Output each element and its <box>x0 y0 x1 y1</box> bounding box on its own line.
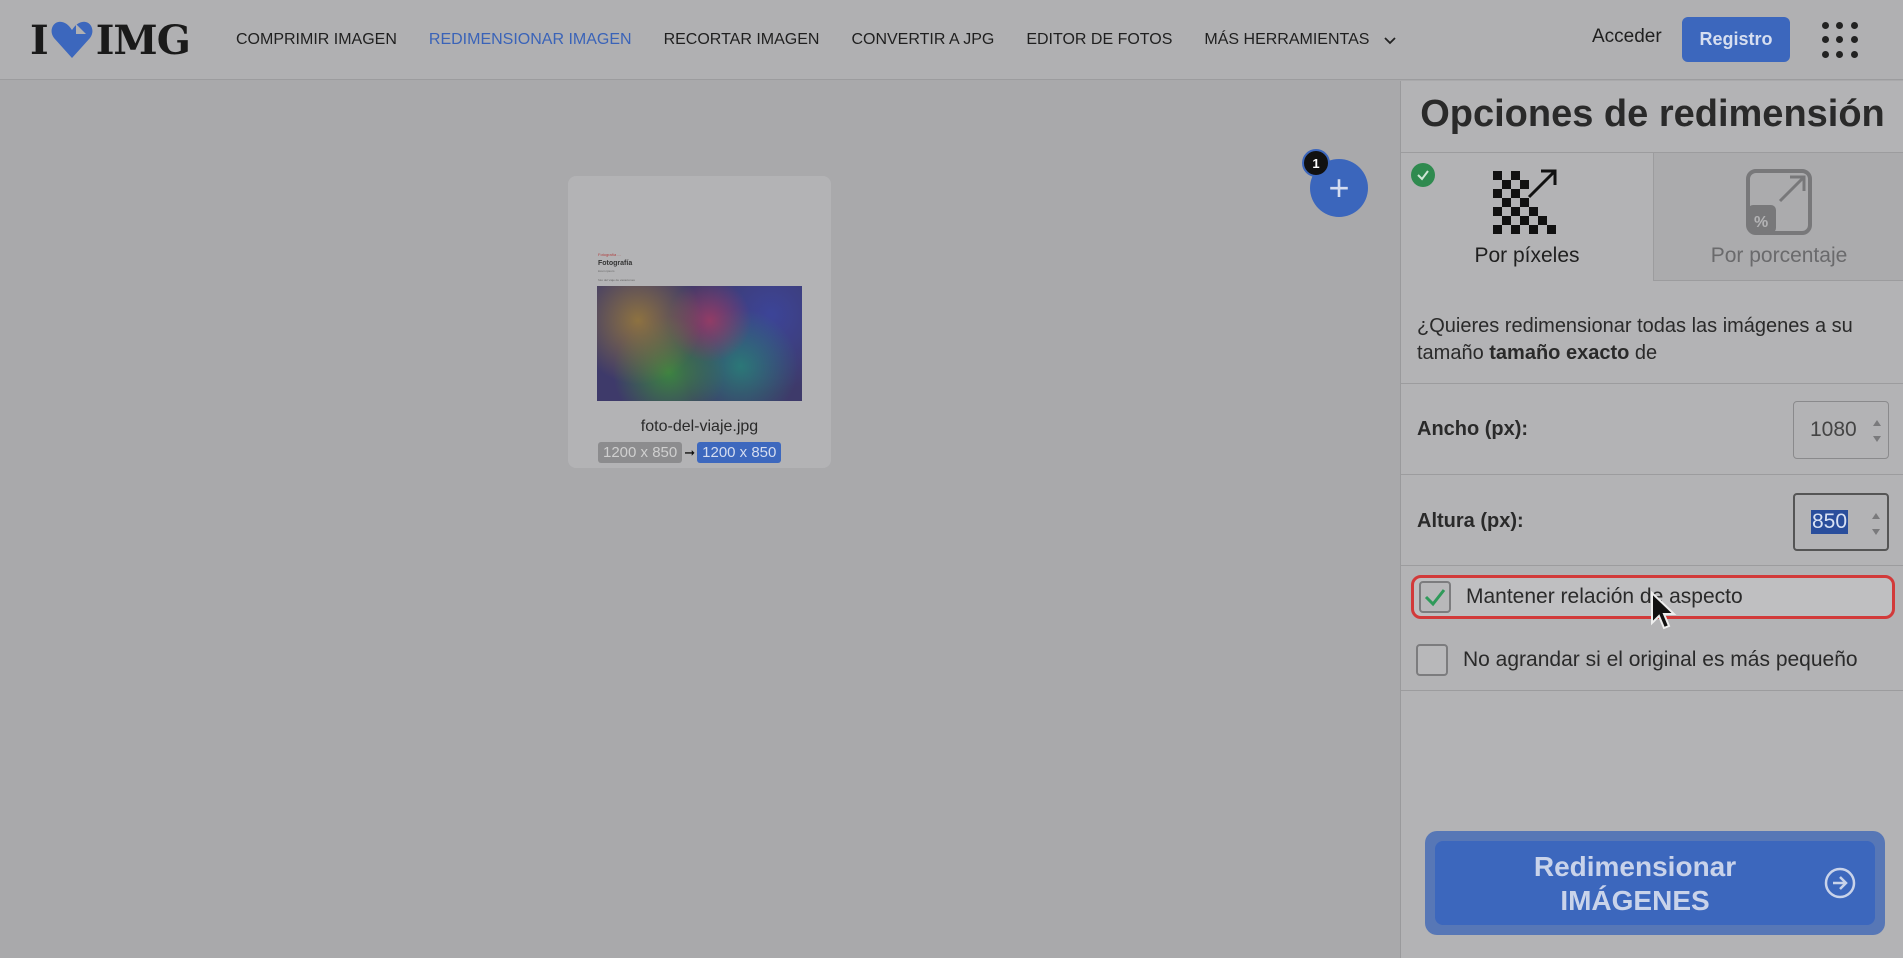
percentage-resize-icon: % <box>1746 169 1812 235</box>
thumb-text: lorem ipsum <box>598 269 615 273</box>
height-input[interactable]: 850 <box>1793 493 1889 551</box>
thumb-title: Fotografía <box>598 260 633 267</box>
tab-by-percentage[interactable]: % Por porcentaje <box>1653 153 1903 281</box>
workspace: Fotografía ... Fotografía lorem ipsum fo… <box>0 81 1400 958</box>
nav-resize[interactable]: REDIMENSIONAR IMAGEN <box>429 31 632 49</box>
nav-more-label: MÁS HERRAMIENTAS <box>1204 31 1370 48</box>
divider <box>1401 474 1903 475</box>
nav-compress[interactable]: COMPRIMIR IMAGEN <box>236 31 397 49</box>
nav-resize-label: REDIMENSIONAR IMAGEN <box>428 31 632 48</box>
width-label: Ancho (px): <box>1417 418 1529 440</box>
heart-icon <box>51 21 93 58</box>
spinner-arrows-icon[interactable] <box>1871 509 1881 539</box>
arrow-right-icon: ➞ <box>684 444 696 460</box>
file-count-badge: 1 <box>1302 149 1330 177</box>
file-name: foto-del-viaje.jpg <box>640 418 759 435</box>
check-circle-icon <box>1411 163 1435 187</box>
height-label: Altura (px): <box>1417 510 1524 532</box>
register-button[interactable]: Registro <box>1682 17 1790 62</box>
tab-label: Por porcentaje <box>1710 244 1848 267</box>
height-value: 850 <box>1811 510 1849 534</box>
divider <box>1401 383 1903 384</box>
divider <box>1401 690 1903 691</box>
resize-action-wrapper: Redimensionar IMÁGENES <box>1425 831 1885 935</box>
nav-convert-label: CONVERTIR A JPG <box>851 31 995 48</box>
nav-crop-label: RECORTAR IMAGEN <box>663 31 820 48</box>
thumb-photo <box>597 286 802 401</box>
width-value: 1080 <box>1810 418 1857 441</box>
thumb-text: foto del viaje de vacaciones <box>598 278 635 282</box>
checkmark-icon <box>1424 589 1446 607</box>
chevron-down-icon <box>1384 37 1397 45</box>
nav-convert-jpg[interactable]: CONVERTIR A JPG <box>851 31 994 49</box>
spinner-arrows-icon[interactable] <box>1872 416 1882 446</box>
nav-photo-editor[interactable]: EDITOR DE FOTOS <box>1026 31 1172 49</box>
sidebar-title: Opciones de redimensión <box>1420 93 1885 135</box>
mouse-cursor-icon <box>1651 591 1677 630</box>
divider <box>1401 565 1903 566</box>
original-size: 1200 x 850 <box>598 442 683 463</box>
nav-compress-label: COMPRIMIR IMAGEN <box>236 31 397 48</box>
no-enlarge-checkbox[interactable] <box>1416 644 1448 676</box>
thumb-text: Fotografía ... <box>598 252 621 257</box>
no-enlarge-label: No agrandar si el original es más pequeñ… <box>1463 648 1858 671</box>
width-input[interactable]: 1080 <box>1793 401 1889 459</box>
ilovimg-logo[interactable]: I IMG <box>30 16 191 64</box>
new-size: 1200 x 850 <box>697 442 782 463</box>
arrow-circle-right-icon <box>1824 867 1856 899</box>
button-line: IMÁGENES <box>1560 885 1710 916</box>
resize-images-button[interactable]: Redimensionar IMÁGENES <box>1435 841 1875 925</box>
keep-aspect-checkbox[interactable] <box>1419 581 1451 613</box>
login-link[interactable]: Acceder <box>1592 26 1662 48</box>
main-nav: COMPRIMIR IMAGEN REDIMENSIONAR IMAGEN RE… <box>236 0 1429 80</box>
size-change: 1200 x 850 ➞ 1200 x 850 <box>598 442 782 463</box>
nav-editor-label: EDITOR DE FOTOS <box>1026 31 1173 48</box>
apps-grid-icon[interactable] <box>1822 22 1858 58</box>
nav-crop[interactable]: RECORTAR IMAGEN <box>664 31 820 49</box>
no-enlarge-option[interactable]: No agrandar si el original es más pequeñ… <box>1411 638 1895 682</box>
desc-text: de <box>1629 342 1658 364</box>
nav-more-tools[interactable]: MÁS HERRAMIENTAS <box>1204 31 1397 49</box>
tab-label: Por píxeles <box>1474 244 1580 267</box>
top-header: I IMG COMPRIMIR IMAGEN REDIMENSIONAR IMA… <box>0 0 1903 80</box>
logo-text-left: I <box>30 16 49 64</box>
tab-by-pixels[interactable]: Por píxeles <box>1401 153 1653 281</box>
options-sidebar: Opciones de redimensión Por píxeles % Po… <box>1400 81 1903 958</box>
desc-bold: tamaño exacto <box>1489 342 1630 364</box>
file-thumbnail: Fotografía ... Fotografía lorem ipsum fo… <box>597 216 802 401</box>
file-card[interactable]: Fotografía ... Fotografía lorem ipsum fo… <box>568 176 831 468</box>
pixels-resize-icon <box>1493 169 1557 234</box>
svg-text:%: % <box>1754 214 1768 231</box>
logo-text-right: IMG <box>95 16 191 64</box>
button-line: Redimensionar <box>1533 851 1737 882</box>
keep-aspect-label: Mantener relación de aspecto <box>1466 585 1743 608</box>
resize-description: ¿Quieres redimensionar todas las imágene… <box>1417 313 1887 367</box>
